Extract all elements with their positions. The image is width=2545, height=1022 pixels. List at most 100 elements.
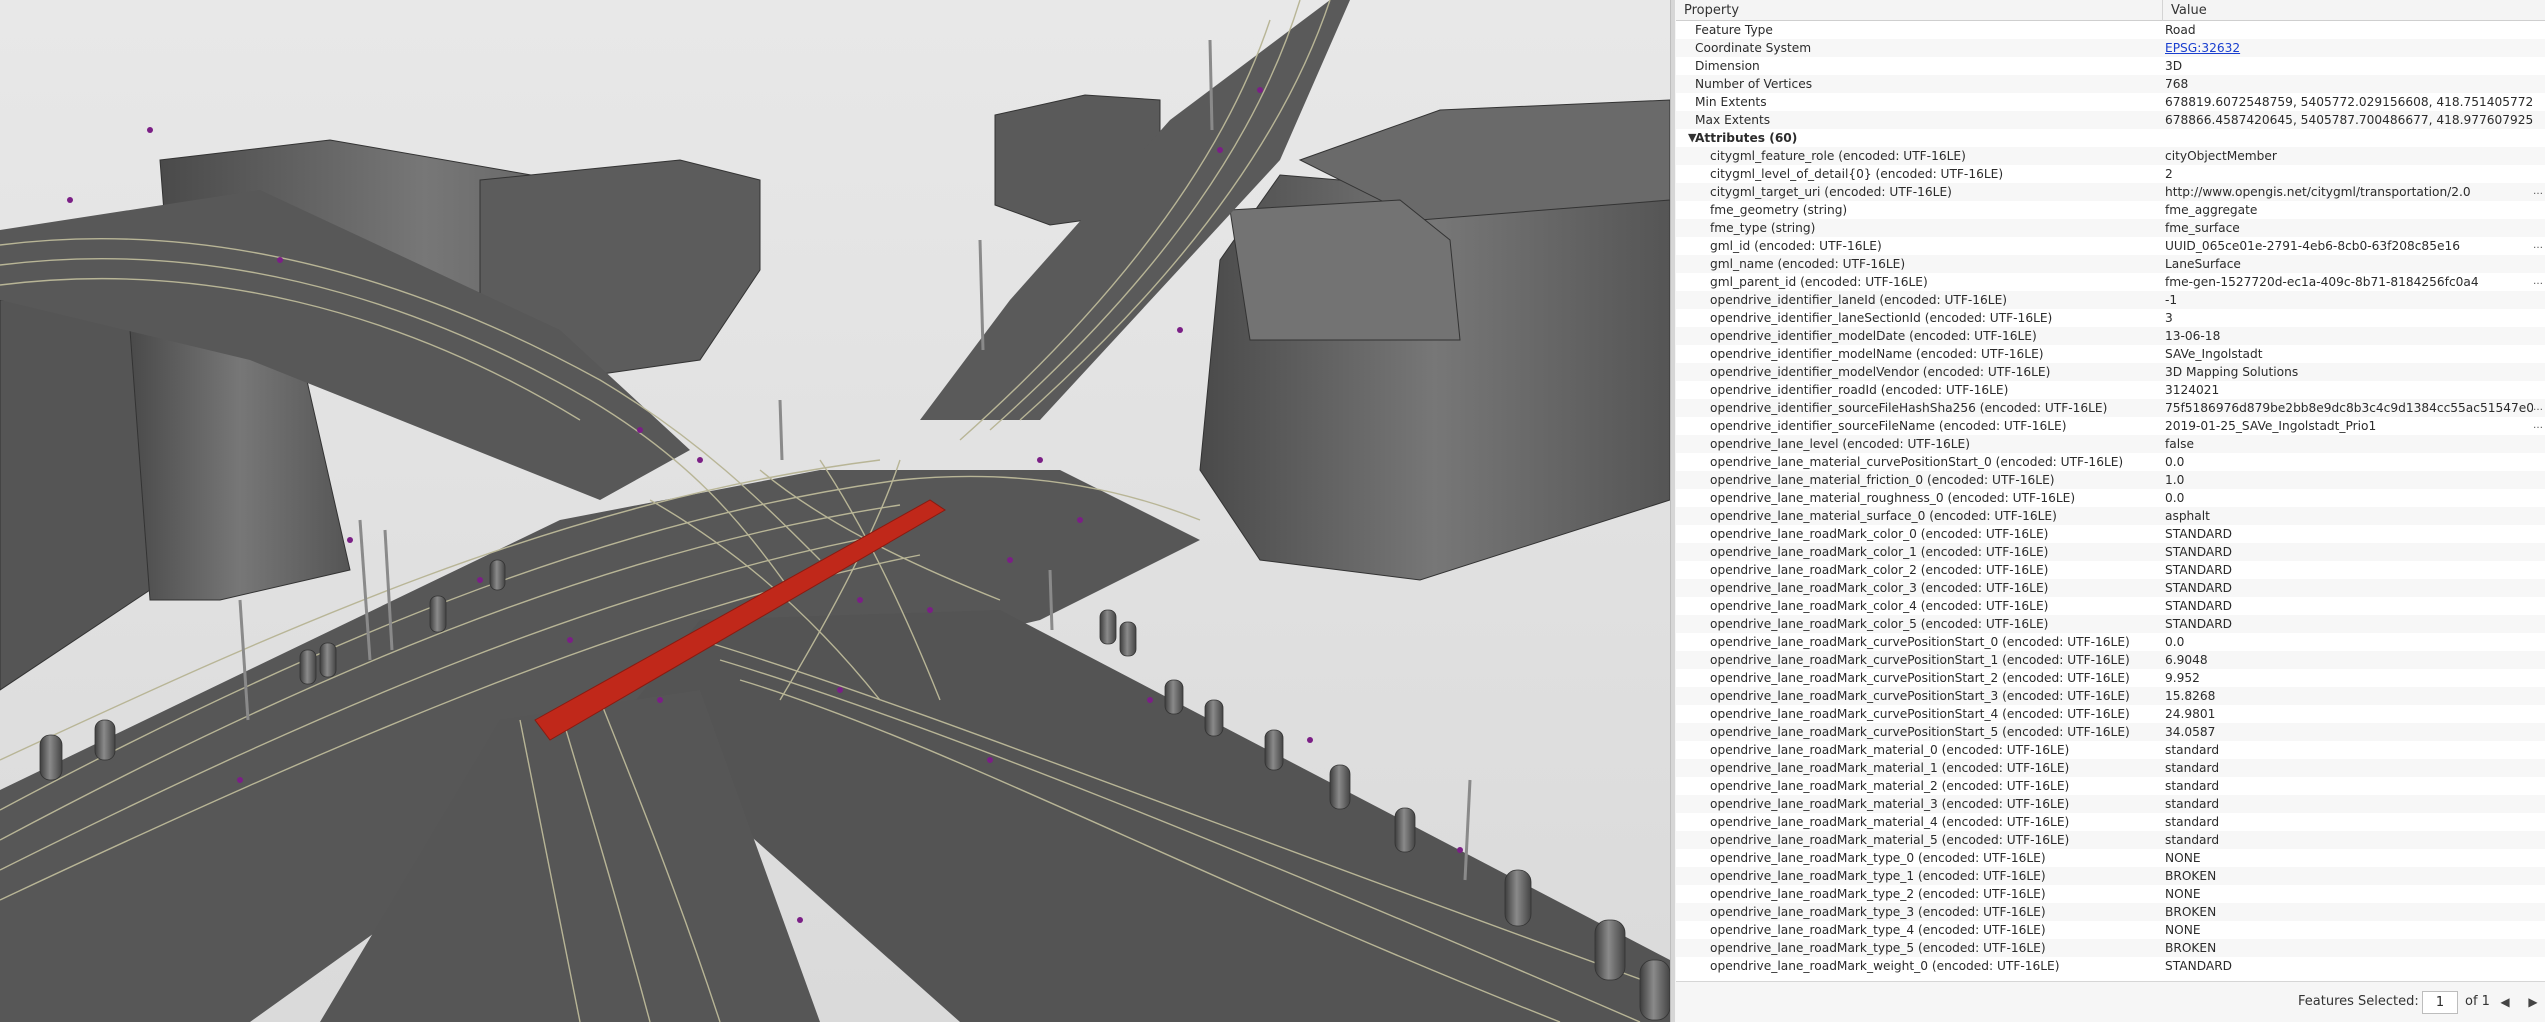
page-number-field[interactable]: 1 (2422, 991, 2458, 1014)
property-value: STANDARD (2165, 617, 2233, 631)
property-row[interactable]: fme_geometry (string) fme_aggregate (1676, 201, 2545, 219)
property-row[interactable]: opendrive_identifier_sourceFileHashSha25… (1676, 399, 2545, 417)
property-value: 3124021 (2165, 383, 2220, 397)
column-header-value[interactable]: Value (2163, 0, 2545, 21)
property-row[interactable]: opendrive_lane_level (encoded: UTF-16LE)… (1676, 435, 2545, 453)
ellipsis-icon[interactable]: … (2533, 237, 2543, 255)
property-row[interactable]: opendrive_identifier_laneId (encoded: UT… (1676, 291, 2545, 309)
property-row[interactable]: opendrive_lane_roadMark_color_4 (encoded… (1676, 597, 2545, 615)
property-row[interactable]: opendrive_lane_roadMark_type_0 (encoded:… (1676, 849, 2545, 867)
property-row[interactable]: opendrive_lane_roadMark_material_5 (enco… (1676, 831, 2545, 849)
property-key: opendrive_identifier_laneId (encoded: UT… (1710, 293, 2008, 307)
property-value: standard (2165, 761, 2220, 775)
property-key: opendrive_lane_roadMark_color_2 (encoded… (1710, 563, 2049, 577)
ellipsis-icon[interactable]: … (2533, 183, 2543, 201)
column-header-property[interactable]: Property (1676, 0, 2163, 21)
property-row[interactable]: opendrive_lane_roadMark_material_3 (enco… (1676, 795, 2545, 813)
property-key: opendrive_identifier_roadId (encoded: UT… (1710, 383, 2009, 397)
property-value: STANDARD (2165, 581, 2233, 595)
property-row[interactable]: opendrive_lane_roadMark_curvePositionSta… (1676, 705, 2545, 723)
property-value: 34.0587 (2165, 725, 2216, 739)
property-value: cityObjectMember (2165, 149, 2277, 163)
property-row[interactable]: opendrive_lane_roadMark_curvePositionSta… (1676, 633, 2545, 651)
property-row[interactable]: fme_type (string) fme_surface (1676, 219, 2545, 237)
property-value: standard (2165, 833, 2220, 847)
property-row[interactable]: opendrive_identifier_modelDate (encoded:… (1676, 327, 2545, 345)
property-row[interactable]: opendrive_lane_roadMark_curvePositionSta… (1676, 651, 2545, 669)
property-row[interactable]: opendrive_lane_material_friction_0 (enco… (1676, 471, 2545, 489)
property-key: Attributes (60) (1695, 131, 1798, 145)
triangle-left-icon[interactable]: ◀ (2496, 992, 2514, 1012)
property-value: STANDARD (2165, 563, 2233, 577)
property-row[interactable]: opendrive_lane_material_surface_0 (encod… (1676, 507, 2545, 525)
property-row[interactable]: opendrive_lane_roadMark_color_3 (encoded… (1676, 579, 2545, 597)
property-key: opendrive_lane_roadMark_curvePositionSta… (1710, 707, 2130, 721)
scene-canvas (0, 0, 1670, 1022)
property-row[interactable]: opendrive_lane_roadMark_color_5 (encoded… (1676, 615, 2545, 633)
ellipsis-icon[interactable]: … (2533, 399, 2543, 417)
property-row[interactable]: Max Extents 678866.4587420645, 5405787.70… (1676, 111, 2545, 129)
property-row[interactable]: opendrive_lane_roadMark_weight_0 (encode… (1676, 957, 2545, 975)
property-row[interactable]: gml_id (encoded: UTF-16LE) UUID_065ce01e-… (1676, 237, 2545, 255)
property-key: opendrive_identifier_modelDate (encoded:… (1710, 329, 2037, 343)
property-row[interactable]: Feature Type Road (1676, 21, 2545, 39)
property-row[interactable]: opendrive_lane_roadMark_color_2 (encoded… (1676, 561, 2545, 579)
property-row[interactable]: opendrive_lane_roadMark_type_4 (encoded:… (1676, 921, 2545, 939)
property-rows[interactable]: Feature Type Road Coordinate System EPSG:32… (1676, 21, 2545, 981)
property-row[interactable]: opendrive_lane_roadMark_type_1 (encoded:… (1676, 867, 2545, 885)
property-row[interactable]: opendrive_lane_roadMark_curvePositionSta… (1676, 669, 2545, 687)
property-value: standard (2165, 779, 2220, 793)
property-row[interactable]: citygml_target_uri (encoded: UTF-16LE) ht… (1676, 183, 2545, 201)
property-row[interactable]: gml_name (encoded: UTF-16LE) LaneSurface (1676, 255, 2545, 273)
property-value: 3 (2165, 311, 2173, 325)
property-row[interactable]: opendrive_identifier_laneSectionId (enco… (1676, 309, 2545, 327)
building-right-roof (1229, 199, 1461, 341)
property-row[interactable]: citygml_level_of_detail{0} (encoded: UTF… (1676, 165, 2545, 183)
ellipsis-icon[interactable]: … (2533, 417, 2543, 435)
property-row[interactable]: opendrive_identifier_modelVendor (encode… (1676, 363, 2545, 381)
property-key: Feature Type (1695, 23, 1773, 37)
property-row[interactable]: opendrive_lane_roadMark_color_1 (encoded… (1676, 543, 2545, 561)
property-value: SAVe_Ingolstadt (2165, 347, 2263, 361)
property-row[interactable]: opendrive_identifier_modelName (encoded:… (1676, 345, 2545, 363)
property-row[interactable]: opendrive_lane_roadMark_material_0 (enco… (1676, 741, 2545, 759)
property-row[interactable]: Min Extents 678819.6072548759, 5405772.02… (1676, 93, 2545, 111)
property-key: opendrive_lane_roadMark_curvePositionSta… (1710, 671, 2130, 685)
property-row[interactable]: opendrive_lane_roadMark_type_3 (encoded:… (1676, 903, 2545, 921)
property-row[interactable]: opendrive_lane_material_roughness_0 (enc… (1676, 489, 2545, 507)
property-key: opendrive_lane_material_curvePositionSta… (1710, 455, 2124, 469)
property-key: opendrive_lane_roadMark_color_5 (encoded… (1710, 617, 2049, 631)
property-row[interactable]: opendrive_identifier_roadId (encoded: UT… (1676, 381, 2545, 399)
property-key: opendrive_lane_roadMark_color_1 (encoded… (1710, 545, 2049, 559)
triangle-right-icon[interactable]: ▶ (2524, 992, 2542, 1012)
property-row[interactable]: Number of Vertices 768 (1676, 75, 2545, 93)
property-row[interactable]: opendrive_lane_material_curvePositionSta… (1676, 453, 2545, 471)
property-row[interactable]: opendrive_lane_roadMark_type_5 (encoded:… (1676, 939, 2545, 957)
property-value: 0.0 (2165, 455, 2185, 469)
property-value: standard (2165, 797, 2220, 811)
property-row[interactable]: Dimension 3D (1676, 57, 2545, 75)
property-row[interactable]: opendrive_lane_roadMark_material_4 (enco… (1676, 813, 2545, 831)
property-row[interactable]: opendrive_lane_roadMark_material_1 (enco… (1676, 759, 2545, 777)
property-row[interactable]: opendrive_lane_roadMark_curvePositionSta… (1676, 723, 2545, 741)
property-row[interactable]: opendrive_identifier_sourceFileName (enc… (1676, 417, 2545, 435)
property-value: http://www.opengis.net/citygml/transport… (2165, 185, 2471, 199)
property-row[interactable]: opendrive_lane_roadMark_type_2 (encoded:… (1676, 885, 2545, 903)
attributes-group-row[interactable]: ▼ Attributes (60) (1676, 129, 2545, 147)
property-key: citygml_target_uri (encoded: UTF-16LE) (1710, 185, 1952, 199)
ellipsis-icon[interactable]: … (2533, 273, 2543, 291)
property-row[interactable]: opendrive_lane_roadMark_curvePositionSta… (1676, 687, 2545, 705)
coordinate-system-link[interactable]: EPSG:32632 (2165, 39, 2533, 57)
property-row[interactable]: gml_parent_id (encoded: UTF-16LE) fme-gen… (1676, 273, 2545, 291)
property-row[interactable]: Coordinate System EPSG:32632 (1676, 39, 2545, 57)
property-value: 2019-01-25_SAVe_Ingolstadt_Prio1 (2165, 419, 2377, 433)
property-value: STANDARD (2165, 545, 2233, 559)
property-row[interactable]: opendrive_lane_roadMark_color_0 (encoded… (1676, 525, 2545, 543)
property-key: gml_name (encoded: UTF-16LE) (1710, 257, 1906, 271)
3d-viewport[interactable] (0, 0, 1670, 1022)
property-row[interactable]: opendrive_lane_roadMark_material_2 (enco… (1676, 777, 2545, 795)
property-value: STANDARD (2165, 527, 2233, 541)
property-row[interactable]: citygml_feature_role (encoded: UTF-16LE)… (1676, 147, 2545, 165)
property-key: opendrive_identifier_sourceFileHashSha25… (1710, 401, 2108, 415)
property-value: BROKEN (2165, 941, 2217, 955)
